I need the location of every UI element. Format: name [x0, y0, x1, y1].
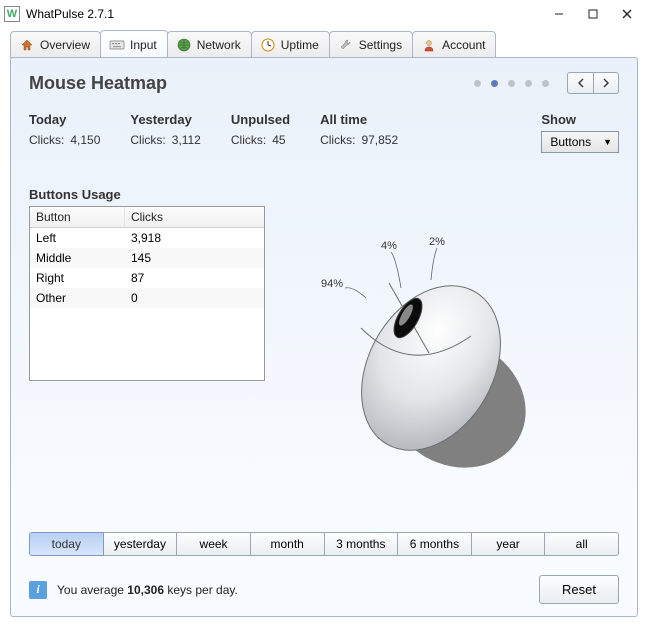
main-panel: Mouse Heatmap Today Clicks: 4,150 Yesterd… [10, 57, 638, 617]
table-row[interactable]: Right87 [30, 268, 264, 288]
close-button[interactable] [610, 3, 644, 25]
prev-page-button[interactable] [567, 72, 593, 94]
stat-label: Unpulsed [231, 112, 290, 127]
tab-uptime[interactable]: Uptime [251, 31, 330, 58]
info-icon: i [29, 581, 47, 599]
user-icon [421, 37, 437, 53]
cell: Other [30, 288, 125, 308]
wrench-icon [338, 37, 354, 53]
stat-metric: Clicks: [130, 133, 165, 147]
stat-metric: Clicks: [29, 133, 64, 147]
period-today[interactable]: today [29, 532, 104, 556]
stat-yesterday: Yesterday Clicks: 3,112 [130, 112, 200, 153]
app-icon: W [4, 6, 20, 22]
tab-bar: Overview Input Network Uptime Settings A… [0, 28, 648, 57]
cell: 3,918 [125, 228, 167, 248]
page-dot[interactable] [474, 80, 481, 87]
period-bar: today yesterday week month 3 months 6 mo… [29, 532, 619, 556]
stats-row: Today Clicks: 4,150 Yesterday Clicks: 3,11… [29, 112, 619, 153]
period-all[interactable]: all [544, 532, 619, 556]
pct-middle: 4% [381, 240, 397, 252]
period-month[interactable]: month [250, 532, 325, 556]
stat-unpulsed: Unpulsed Clicks: 45 [231, 112, 290, 153]
next-page-button[interactable] [593, 72, 619, 94]
period-yesterday[interactable]: yesterday [103, 532, 178, 556]
keyboard-icon [109, 37, 125, 53]
period-week[interactable]: week [176, 532, 251, 556]
tab-account[interactable]: Account [412, 31, 496, 58]
mouse-illustration: 94% 4% 2% [311, 228, 611, 478]
period-6months[interactable]: 6 months [397, 532, 472, 556]
table-row[interactable]: Middle145 [30, 248, 264, 268]
dropdown-value: Buttons [550, 135, 591, 149]
col-header-clicks[interactable]: Clicks⌄ [125, 207, 169, 227]
page-title: Mouse Heatmap [29, 73, 474, 94]
show-label: Show [541, 112, 619, 127]
stat-value: 4,150 [70, 133, 100, 147]
stat-label: Today [29, 112, 100, 127]
title-bar: W WhatPulse 2.7.1 [0, 0, 648, 28]
window-title: WhatPulse 2.7.1 [26, 7, 542, 21]
tab-settings[interactable]: Settings [329, 31, 413, 58]
globe-icon [176, 37, 192, 53]
footer-row: i You average 10,306 keys per day. Reset [29, 575, 619, 604]
tab-label: Settings [359, 38, 402, 52]
sort-indicator-icon: ⌄ [138, 214, 145, 223]
tab-network[interactable]: Network [167, 31, 252, 58]
stat-metric: Clicks: [320, 133, 355, 147]
cell: Left [30, 228, 125, 248]
page-dot[interactable] [525, 80, 532, 87]
page-dot[interactable] [491, 80, 498, 87]
stat-value: 45 [272, 133, 285, 147]
stat-metric: Clicks: [231, 133, 266, 147]
col-header-button[interactable]: Button [30, 207, 125, 227]
show-dropdown[interactable]: Buttons ▼ [541, 131, 619, 153]
clock-icon [260, 37, 276, 53]
period-year[interactable]: year [471, 532, 546, 556]
reset-button[interactable]: Reset [539, 575, 619, 604]
stat-today: Today Clicks: 4,150 [29, 112, 100, 153]
usage-title: Buttons Usage [29, 187, 619, 202]
home-icon [19, 37, 35, 53]
tab-overview[interactable]: Overview [10, 31, 101, 58]
stat-value: 97,852 [361, 133, 398, 147]
tab-label: Uptime [281, 38, 319, 52]
cell: Right [30, 268, 125, 288]
minimize-button[interactable] [542, 3, 576, 25]
footer-text: You average 10,306 keys per day. [57, 583, 238, 597]
page-dots [474, 80, 549, 87]
chevron-down-icon: ▼ [603, 137, 612, 147]
table-row[interactable]: Left3,918 [30, 228, 264, 248]
period-3months[interactable]: 3 months [324, 532, 399, 556]
tab-input[interactable]: Input [100, 30, 168, 57]
tab-label: Overview [40, 38, 90, 52]
pct-left: 94% [321, 278, 343, 290]
stat-alltime: All time Clicks: 97,852 [320, 112, 398, 153]
stat-value: 3,112 [172, 133, 201, 147]
tab-label: Account [442, 38, 485, 52]
mouse-svg [311, 228, 611, 478]
page-dot[interactable] [542, 80, 549, 87]
show-control: Show Buttons ▼ [541, 112, 619, 153]
cell: 87 [125, 268, 150, 288]
page-dot[interactable] [508, 80, 515, 87]
cell: 145 [125, 248, 157, 268]
pct-right: 2% [429, 236, 445, 248]
tab-label: Input [130, 38, 157, 52]
cell: Middle [30, 248, 125, 268]
tab-label: Network [197, 38, 241, 52]
usage-table: Button Clicks⌄ Left3,918 Middle145 Right… [29, 206, 265, 381]
stat-label: Yesterday [130, 112, 200, 127]
maximize-button[interactable] [576, 3, 610, 25]
stat-label: All time [320, 112, 398, 127]
table-header[interactable]: Button Clicks⌄ [30, 207, 264, 228]
table-row[interactable]: Other0 [30, 288, 264, 308]
cell: 0 [125, 288, 144, 308]
